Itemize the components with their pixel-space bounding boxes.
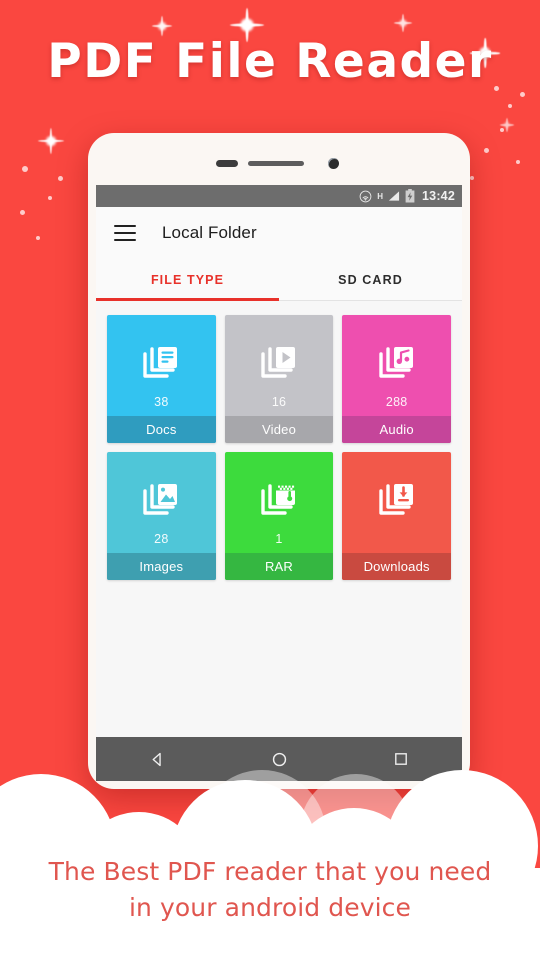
sparkle-dot-icon [500, 128, 504, 132]
tagline-line-1: The Best PDF reader that you need [48, 857, 492, 886]
android-nav-bar [96, 737, 462, 781]
sparkle-dot-icon [20, 210, 25, 215]
tab-bar: FILE TYPE SD CARD [96, 259, 462, 301]
tile-audio[interactable]: 288 Audio [342, 315, 451, 443]
sparkle-star-icon [394, 14, 412, 32]
sparkle-dot-icon [48, 196, 52, 200]
wifi-icon [359, 190, 372, 203]
tab-sd-card[interactable]: SD CARD [279, 259, 462, 301]
sparkle-dot-icon [470, 176, 474, 180]
tile-docs[interactable]: 38 Docs [107, 315, 216, 443]
tagline-line-2: in your android device [128, 893, 412, 922]
status-clock: 13:42 [422, 189, 455, 203]
video-play-stack-icon [259, 342, 299, 386]
sparkle-dot-icon [22, 166, 28, 172]
status-bar: H 13:42 [96, 185, 462, 207]
tile-count: 1 [275, 532, 283, 546]
tile-images[interactable]: 28 Images [107, 452, 216, 580]
tile-label: Downloads [342, 553, 451, 580]
earpiece-speaker-icon [248, 161, 304, 166]
recents-square-icon[interactable] [373, 737, 429, 781]
download-stack-icon [377, 479, 417, 523]
sparkle-star-icon [38, 128, 64, 154]
sparkle-dot-icon [520, 92, 525, 97]
sparkle-star-icon [152, 16, 172, 36]
back-triangle-icon[interactable] [129, 737, 185, 781]
tile-count: 288 [385, 395, 408, 409]
tile-count: 16 [271, 395, 287, 409]
tile-label: Images [107, 553, 216, 580]
phone-bezel-top [96, 141, 462, 185]
tab-file-type[interactable]: FILE TYPE [96, 259, 279, 301]
file-type-grid: 38 Docs 16 Video 288 Audio 28 Images 1 R… [96, 301, 462, 580]
tile-label: RAR [224, 553, 334, 580]
documents-stack-icon [141, 342, 181, 386]
signal-bars-icon [387, 190, 400, 202]
home-circle-icon[interactable] [251, 737, 307, 781]
sparkle-dot-icon [36, 236, 40, 240]
front-camera-icon [328, 158, 339, 169]
photo-stack-icon [141, 479, 181, 523]
sparkle-star-icon [500, 118, 514, 132]
tagline: The Best PDF reader that you need in you… [0, 854, 540, 926]
signal-type-label: H [377, 191, 384, 201]
tile-rar[interactable]: 1 RAR [224, 452, 334, 580]
promo-banner: PDF File Reader H 13:42 Local Folder FIL… [0, 0, 540, 960]
tile-count: 28 [154, 532, 169, 546]
phone-mockup: H 13:42 Local Folder FILE TYPE SD CARD 3… [88, 133, 470, 789]
music-note-stack-icon [377, 342, 417, 386]
app-bar-title: Local Folder [162, 223, 257, 242]
tile-video[interactable]: 16 Video [224, 315, 334, 443]
sparkle-dot-icon [508, 104, 512, 108]
proximity-sensor-icon [216, 160, 238, 167]
tile-count: 38 [154, 395, 169, 409]
battery-icon [405, 189, 415, 203]
sparkle-dot-icon [484, 148, 489, 153]
tile-label: Docs [107, 416, 216, 443]
tile-label: Audio [342, 416, 451, 443]
app-bar: Local Folder [96, 207, 462, 259]
sparkle-dot-icon [516, 160, 520, 164]
tile-label: Video [224, 416, 334, 443]
tab-active-indicator [96, 298, 279, 301]
hamburger-menu-icon[interactable] [114, 225, 136, 241]
phone-screen: H 13:42 Local Folder FILE TYPE SD CARD 3… [96, 185, 462, 781]
archive-zip-icon [259, 479, 299, 523]
sparkle-dot-icon [58, 176, 63, 181]
page-title: PDF File Reader [47, 34, 493, 89]
tile-downloads[interactable]: Downloads [342, 452, 451, 580]
